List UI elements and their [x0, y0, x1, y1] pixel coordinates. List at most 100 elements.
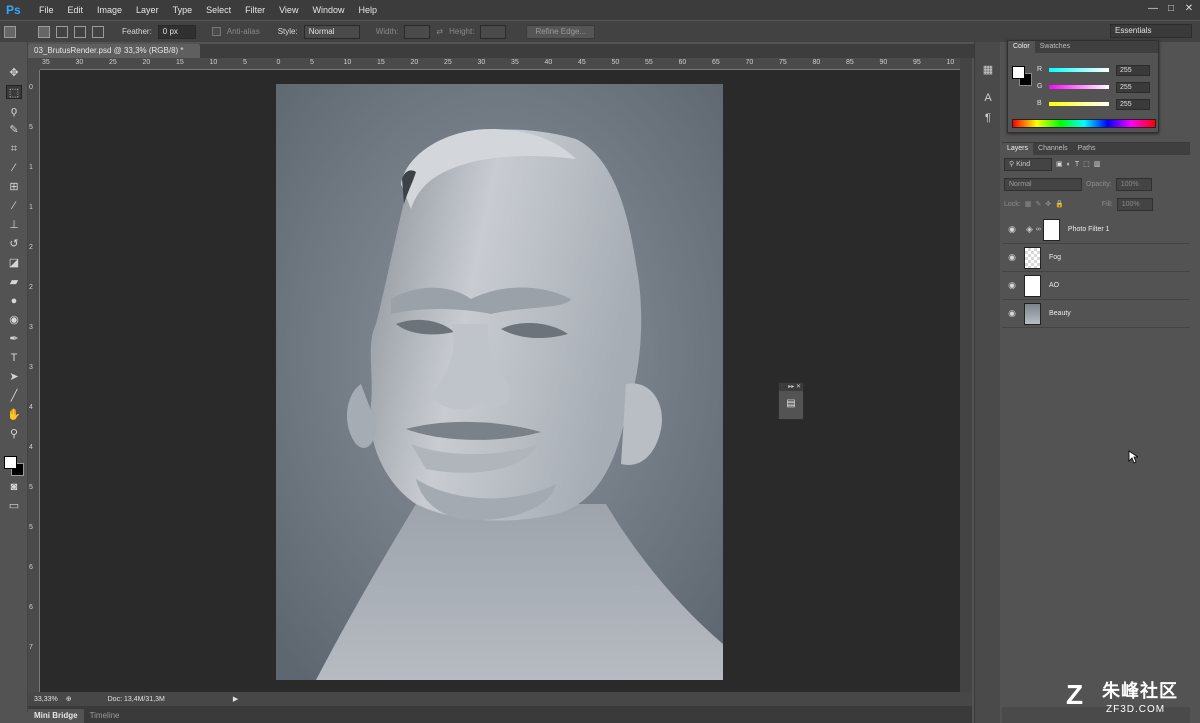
tab-swatches[interactable]: Swatches [1035, 41, 1075, 53]
visibility-eye-icon[interactable]: ◉ [1002, 252, 1022, 263]
kind-filter-select[interactable]: ⚲ Kind [1004, 157, 1052, 171]
fill-input[interactable]: 100% [1116, 197, 1153, 211]
filter-pixel-icon[interactable]: ▣ [1056, 160, 1063, 168]
color-foreground-swatch[interactable] [1012, 66, 1025, 79]
menu-edit[interactable]: Edit [61, 0, 91, 20]
type-tool-icon[interactable]: T [6, 351, 22, 365]
filter-type-icon[interactable]: T [1075, 161, 1079, 168]
dodge-tool-icon[interactable]: ◉ [6, 313, 22, 327]
swap-icon[interactable]: ⇄ [436, 27, 443, 36]
layer-row[interactable]: ◉ AO [1002, 272, 1190, 300]
menu-image[interactable]: Image [90, 0, 129, 20]
history-brush-tool-icon[interactable]: ↺ [6, 237, 22, 251]
character-panel-icon[interactable]: A [980, 90, 996, 106]
screen-mode-icon[interactable]: ▭ [6, 499, 22, 513]
menu-view[interactable]: View [272, 0, 305, 20]
crop-tool-icon[interactable]: ⌗ [6, 142, 22, 156]
menu-filter[interactable]: Filter [238, 0, 272, 20]
red-value[interactable]: 255 [1116, 65, 1150, 76]
eraser-tool-icon[interactable]: ◪ [6, 256, 22, 270]
layer-name[interactable]: Beauty [1049, 310, 1071, 317]
document-artwork[interactable] [276, 84, 723, 680]
layer-row[interactable]: ◉ Beauty [1002, 300, 1190, 328]
healing-brush-tool-icon[interactable]: ⊞ [6, 180, 22, 194]
visibility-eye-icon[interactable]: ◉ [1002, 308, 1022, 319]
subtract-selection-icon[interactable] [74, 25, 86, 38]
style-select[interactable]: Normal [303, 24, 360, 39]
zoom-tool-icon[interactable]: ⚲ [6, 427, 22, 441]
pen-tool-icon[interactable]: ✒ [6, 332, 22, 346]
opacity-input[interactable]: 100% [1115, 177, 1152, 191]
blue-slider[interactable] [1049, 102, 1109, 106]
minimize-button[interactable]: — [1146, 2, 1160, 16]
layer-name[interactable]: Photo Filter 1 [1068, 226, 1110, 233]
tab-color[interactable]: Color [1008, 41, 1035, 53]
status-menu-arrow-icon[interactable]: ▶ [233, 695, 238, 703]
menu-window[interactable]: Window [305, 0, 351, 20]
red-slider[interactable] [1049, 68, 1109, 72]
menu-type[interactable]: Type [166, 0, 200, 20]
clone-stamp-tool-icon[interactable]: ⊥ [6, 218, 22, 232]
tab-timeline[interactable]: Timeline [84, 709, 126, 723]
foreground-color-swatch[interactable] [4, 456, 17, 469]
tab-channels[interactable]: Channels [1033, 143, 1073, 155]
width-input[interactable] [404, 24, 431, 39]
close-button[interactable]: ✕ [1182, 2, 1196, 16]
info-panel-icon[interactable]: ▤ [785, 398, 797, 412]
color-spectrum[interactable] [1012, 119, 1156, 128]
tab-mini-bridge[interactable]: Mini Bridge [28, 709, 84, 723]
menu-file[interactable]: File [32, 0, 61, 20]
antialias-checkbox[interactable] [211, 27, 221, 36]
green-value[interactable]: 255 [1116, 82, 1150, 93]
visibility-eye-icon[interactable]: ◉ [1002, 280, 1022, 291]
new-selection-icon[interactable] [38, 25, 50, 38]
blue-value[interactable]: 255 [1116, 99, 1150, 110]
layer-name[interactable]: AO [1049, 282, 1059, 289]
path-select-tool-icon[interactable]: ➤ [6, 370, 22, 384]
menu-help[interactable]: Help [351, 0, 384, 20]
filter-adjustment-icon[interactable]: ◐ [1067, 161, 1071, 168]
layer-row[interactable]: ◉ ◈ ∞ Photo Filter 1 [1002, 216, 1190, 244]
brush-tool-icon[interactable]: ∕ [6, 199, 22, 213]
floating-panel[interactable]: ▸▸ ✕ ▤ [778, 382, 804, 420]
intersect-selection-icon[interactable] [92, 25, 104, 38]
layer-row[interactable]: ◉ Fog [1002, 244, 1190, 272]
blend-mode-select[interactable]: Normal [1004, 177, 1082, 191]
move-tool-icon[interactable]: ✥ [6, 66, 22, 80]
menu-select[interactable]: Select [199, 0, 238, 20]
history-panel-icon[interactable]: ▦ [980, 62, 996, 78]
hand-tool-icon[interactable]: ✋ [6, 408, 22, 422]
eyedropper-tool-icon[interactable]: ⁄ [6, 161, 22, 175]
lock-position-icon[interactable]: ✥ [1045, 200, 1051, 208]
lock-pixels-icon[interactable]: ✎ [1035, 200, 1041, 208]
filter-smart-icon[interactable]: ▥ [1094, 160, 1101, 168]
filter-shape-icon[interactable]: ⬚ [1083, 160, 1090, 168]
green-slider[interactable] [1049, 85, 1109, 89]
height-input[interactable] [480, 24, 507, 39]
blur-tool-icon[interactable]: ● [6, 294, 22, 308]
status-info-icon[interactable]: ⊕ [66, 695, 72, 703]
floating-panel-header[interactable]: ▸▸ ✕ [779, 383, 803, 391]
quick-select-tool-icon[interactable]: ✎ [6, 123, 22, 137]
refine-edge-button[interactable]: Refine Edge... [526, 24, 596, 39]
layer-name[interactable]: Fog [1049, 254, 1061, 261]
marquee-tool-icon[interactable]: ⬚ [6, 85, 22, 99]
zoom-level[interactable]: 33,33% [34, 696, 58, 703]
line-tool-icon[interactable]: ╱ [6, 389, 22, 403]
lasso-tool-icon[interactable]: ϙ [6, 104, 22, 118]
document-tab[interactable]: 03_BrutusRender.psd @ 33,3% (RGB/8) * [28, 44, 200, 58]
lock-transparent-icon[interactable]: ▦ [1025, 200, 1032, 208]
add-selection-icon[interactable] [56, 25, 68, 38]
feather-input[interactable]: 0 px [157, 24, 196, 39]
vertical-scrollbar[interactable] [960, 58, 972, 692]
workspace-select[interactable]: Essentials [1110, 24, 1192, 38]
quick-mask-icon[interactable]: ◙ [6, 480, 22, 494]
restore-button[interactable]: □ [1164, 2, 1178, 16]
tab-paths[interactable]: Paths [1073, 143, 1101, 155]
menu-layer[interactable]: Layer [129, 0, 166, 20]
visibility-eye-icon[interactable]: ◉ [1002, 224, 1022, 235]
gradient-tool-icon[interactable]: ▰ [6, 275, 22, 289]
tab-layers[interactable]: Layers [1002, 143, 1034, 155]
paragraph-panel-icon[interactable]: ¶ [980, 110, 996, 126]
marquee-preset-icon[interactable] [4, 25, 16, 38]
